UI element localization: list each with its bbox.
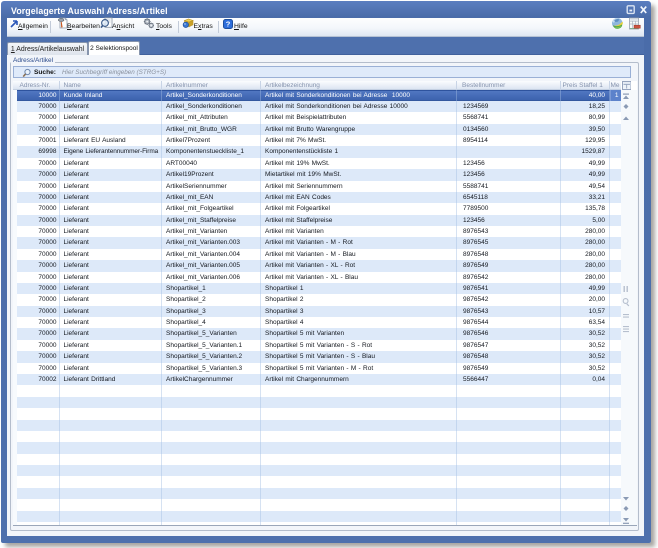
svg-text:?: ?	[225, 20, 230, 29]
